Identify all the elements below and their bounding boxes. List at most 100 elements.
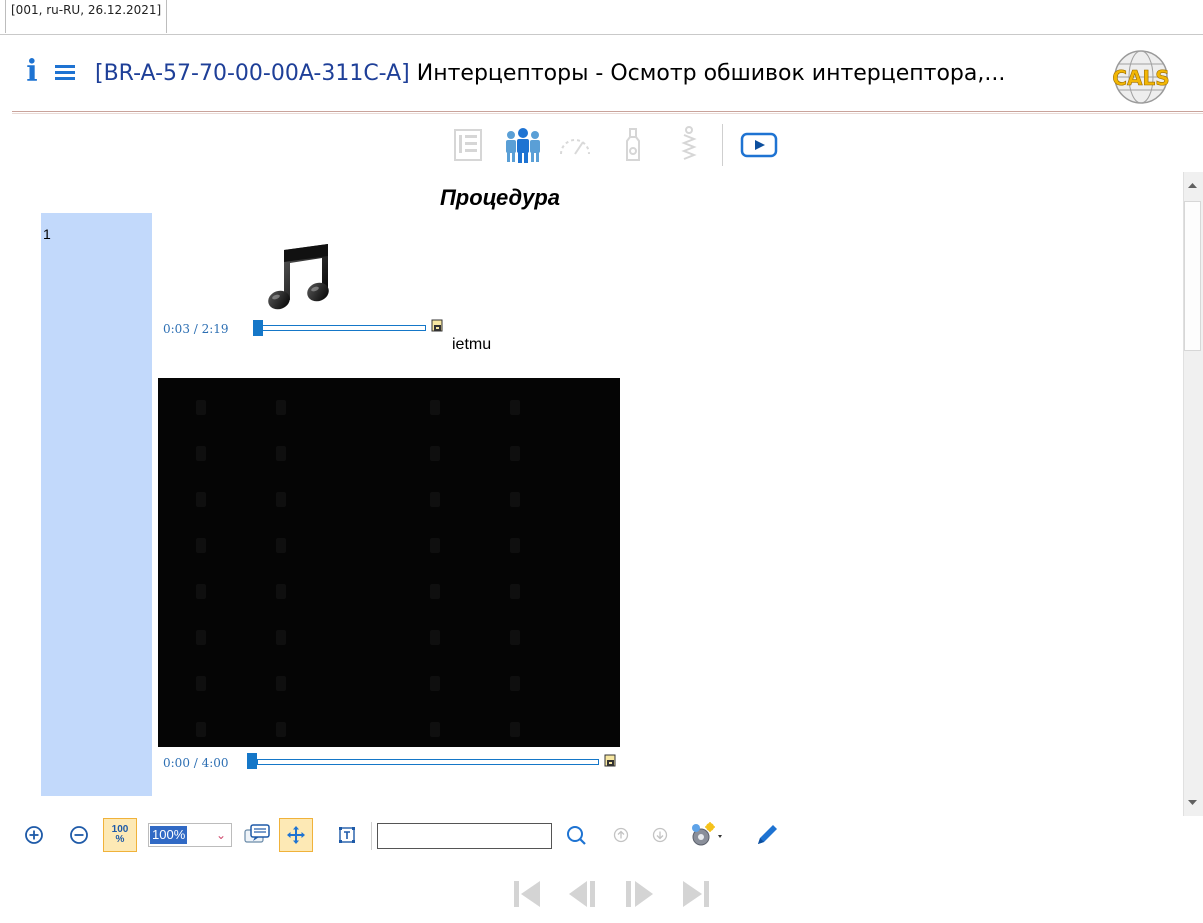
scroll-down-arrow-icon[interactable]	[1183, 788, 1202, 816]
audio-download-icon[interactable]	[431, 319, 445, 333]
audio-time-display: 0:03 / 2:19	[163, 322, 229, 336]
pan-icon	[287, 826, 305, 844]
video-frame[interactable]	[158, 378, 620, 747]
description-view-button[interactable]	[448, 122, 488, 168]
video-time-display: 0:00 / 4:00	[163, 756, 229, 770]
video-download-icon[interactable]	[604, 754, 618, 768]
zoom-100-icon: 100 %	[111, 824, 129, 845]
video-frame-dot	[430, 584, 440, 599]
info-icon[interactable]: i	[24, 52, 40, 92]
zoom-in-icon	[25, 826, 43, 844]
next-page-icon	[626, 881, 653, 907]
video-frame-dot	[276, 722, 286, 737]
search-button[interactable]	[561, 818, 591, 852]
video-frame-dot	[430, 492, 440, 507]
first-page-icon	[514, 881, 540, 907]
video-frame-dot	[196, 584, 206, 599]
video-progress-track[interactable]	[257, 759, 599, 765]
video-frame-dot	[510, 492, 520, 507]
video-frame-dot	[510, 446, 520, 461]
search-previous-button[interactable]	[610, 818, 632, 852]
video-frame-dot	[510, 400, 520, 415]
text-select-button[interactable]	[335, 818, 359, 852]
gauge-view-button[interactable]	[555, 122, 595, 168]
arrow-down-icon	[652, 827, 668, 843]
video-frame-dot	[276, 400, 286, 415]
pan-button[interactable]	[279, 818, 313, 852]
last-page-button[interactable]	[677, 876, 713, 912]
bottle-icon	[626, 128, 640, 161]
personnel-view-button[interactable]	[500, 122, 546, 168]
tab-divider	[0, 34, 1203, 35]
video-frame-dot	[196, 538, 206, 553]
hamburger-menu-icon[interactable]	[55, 65, 75, 81]
video-frame-dot	[196, 446, 206, 461]
media-play-button[interactable]	[737, 122, 781, 168]
svg-text:CALS: CALS	[1112, 66, 1169, 90]
header-divider	[12, 111, 1203, 112]
music-note-icon	[262, 242, 342, 314]
personnel-icon	[506, 128, 540, 163]
video-frame-dot	[276, 538, 286, 553]
video-frame-dot	[510, 584, 520, 599]
document-title: [BR-A-57-70-00-00A-311C-A] Интерцепторы …	[95, 56, 1100, 92]
arrow-up-icon	[613, 827, 629, 843]
zoom-in-button[interactable]	[22, 818, 46, 852]
text-select-icon	[339, 827, 355, 843]
search-icon	[567, 826, 586, 845]
scroll-up-arrow-icon[interactable]	[1183, 172, 1202, 200]
tab-strip	[0, 0, 1203, 36]
play-icon	[740, 132, 778, 158]
annotate-button[interactable]	[752, 818, 782, 852]
video-frame-dot	[430, 538, 440, 553]
spring-icon	[681, 126, 697, 160]
zoom-out-icon	[70, 826, 88, 844]
comments-button[interactable]	[240, 818, 274, 852]
video-frame-dot	[196, 492, 206, 507]
video-frame-dot	[276, 446, 286, 461]
spares-view-button[interactable]	[678, 122, 700, 168]
comment-icon	[244, 824, 270, 843]
gauge-icon	[560, 139, 590, 155]
audio-seek-handle[interactable]	[253, 320, 263, 336]
header-divider-shadow	[12, 113, 1203, 114]
video-frame-dot	[430, 630, 440, 645]
settings-dropdown-button[interactable]	[686, 818, 726, 852]
document-code: [BR-A-57-70-00-00A-311C-A]	[95, 61, 410, 86]
video-frame-dot	[430, 446, 440, 461]
video-frame-dot	[276, 630, 286, 645]
scrollbar-thumb[interactable]	[1184, 201, 1201, 351]
supplies-view-button[interactable]	[620, 122, 646, 168]
pen-icon	[758, 825, 777, 844]
video-frame-dot	[196, 722, 206, 737]
document-name: Интерцепторы - Осмотр обшивок интерцепто…	[409, 61, 1006, 86]
first-page-button[interactable]	[510, 876, 546, 912]
tab-document[interactable]: [001, ru-RU, 26.12.2021]	[5, 0, 168, 33]
audio-progress-track[interactable]	[260, 325, 426, 331]
zoom-out-button[interactable]	[67, 818, 91, 852]
next-page-button[interactable]	[621, 876, 657, 912]
audio-caption: ietmu	[452, 336, 492, 353]
video-seek-handle[interactable]	[247, 753, 257, 769]
video-frame-dot	[430, 676, 440, 691]
video-frame-dot	[510, 630, 520, 645]
video-frame-dot	[276, 492, 286, 507]
last-page-icon	[683, 881, 709, 907]
zoom-value: 100%	[150, 826, 188, 844]
video-frame-dot	[510, 676, 520, 691]
settings-icon	[692, 822, 722, 846]
toolbar-separator	[371, 822, 372, 850]
step-column	[41, 213, 152, 796]
description-icon	[454, 129, 482, 161]
video-frame-dot	[430, 722, 440, 737]
search-input[interactable]	[377, 823, 552, 849]
video-frame-dot	[196, 400, 206, 415]
zoom-100-button[interactable]: 100 %	[103, 818, 137, 852]
video-frame-dot	[510, 538, 520, 553]
cals-logo: CALS	[1101, 45, 1181, 109]
chevron-down-icon[interactable]: ⌄	[213, 826, 229, 844]
video-frame-dot	[276, 584, 286, 599]
previous-page-button[interactable]	[566, 876, 602, 912]
video-frame-dot	[196, 676, 206, 691]
search-next-button[interactable]	[649, 818, 671, 852]
